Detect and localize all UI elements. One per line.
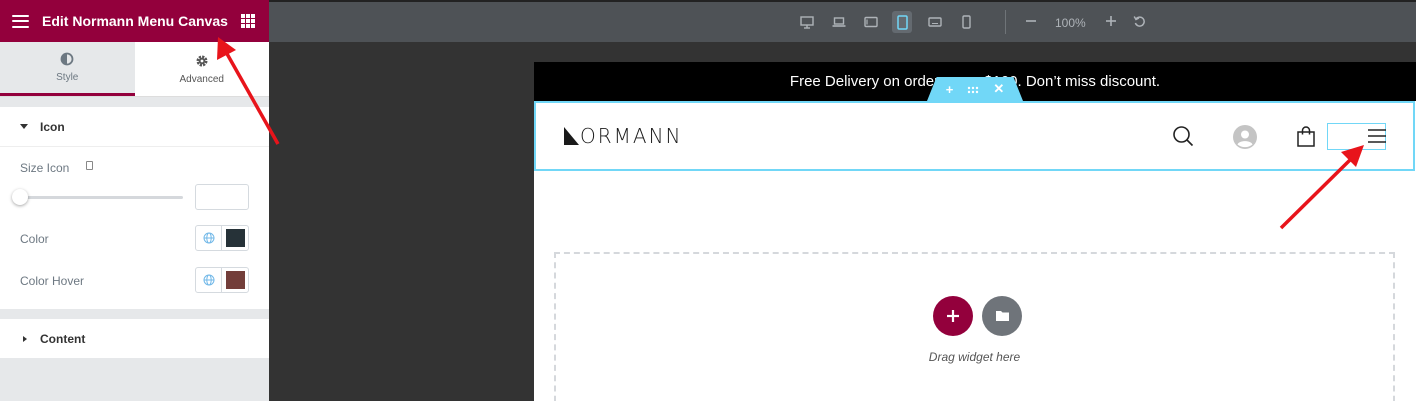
size-icon-label: Size Icon [20,161,70,175]
editor-panel: Edit Normann Menu Canvas Style Advanced … [0,0,269,401]
caret-down-icon [20,124,28,129]
menu-canvas-widget[interactable] [1327,123,1386,150]
content-section-toggle[interactable]: Content [0,319,269,358]
laptop-icon[interactable] [829,11,849,33]
mobile-icon[interactable] [956,11,976,33]
color-label: Color [20,232,49,246]
tab-style[interactable]: Style [0,42,135,96]
content-section: Content [0,319,269,358]
size-number-input[interactable] [195,184,249,210]
reset-zoom-icon[interactable] [1131,13,1147,29]
global-colors-icon[interactable] [196,226,222,250]
zoom-out-icon[interactable] [1023,13,1039,29]
widgets-grid-icon[interactable] [241,14,255,28]
user-avatar-icon[interactable] [1233,125,1257,154]
toolbar-divider [1005,10,1006,34]
color-hover-swatch[interactable] [226,271,245,289]
zoom-level: 100% [1055,16,1086,30]
responsive-toolbar: 100% [269,0,1416,42]
tablet-icon[interactable] [892,11,912,33]
header-section[interactable]: ORMANN [534,101,1415,171]
tab-advanced-label: Advanced [179,73,224,85]
folder-icon [995,311,1009,321]
site-logo[interactable]: ORMANN [564,124,683,148]
color-hover-picker [195,267,249,293]
color-picker [195,225,249,251]
contrast-icon [60,52,74,66]
mobile-landscape-icon[interactable] [925,11,945,33]
desktop-icon[interactable] [797,11,817,33]
tab-advanced[interactable]: Advanced [135,42,270,96]
widget-drop-zone[interactable]: Drag widget here [554,252,1395,401]
add-section-icon[interactable]: + [946,82,954,97]
hamburger-menu-icon[interactable] [12,14,29,28]
color-hover-label: Color Hover [20,274,85,288]
content-section-title: Content [40,331,86,346]
search-icon[interactable] [1172,125,1194,152]
logo-text: ORMANN [580,124,683,148]
caret-right-icon [23,335,27,342]
color-swatch[interactable] [226,229,245,247]
logo-mark-icon [564,127,579,145]
panel-tabs: Style Advanced [0,42,269,97]
plus-icon [947,310,959,322]
icon-section-title: Icon [40,119,65,134]
icon-section-toggle[interactable]: Icon [0,107,269,147]
drop-hint: Drag widget here [928,350,1021,364]
panel-header: Edit Normann Menu Canvas [0,0,269,42]
gear-icon [196,55,208,66]
add-template-button[interactable] [982,296,1022,336]
close-section-icon[interactable]: ✕ [993,81,1004,97]
tab-style-label: Style [56,72,79,83]
responsive-device-icon[interactable] [86,161,93,170]
section-handle: + ✕ [927,77,1023,101]
shopping-bag-icon[interactable] [1296,126,1316,152]
panel-title: Edit Normann Menu Canvas [42,13,228,29]
global-colors-icon[interactable] [196,268,222,292]
menu-toggle-icon[interactable] [1368,128,1386,144]
tablet-landscape-icon[interactable] [861,11,881,33]
add-new-section-button[interactable] [933,296,973,336]
zoom-in-icon[interactable] [1103,13,1119,29]
icon-section: Icon Size Icon Color Color Hover [0,107,269,309]
size-slider-track[interactable] [20,196,183,199]
size-slider-handle[interactable] [12,189,28,205]
drag-handle-icon[interactable] [967,82,979,97]
preview-canvas: Free Delivery on orders over $100. Don’t… [534,62,1416,401]
